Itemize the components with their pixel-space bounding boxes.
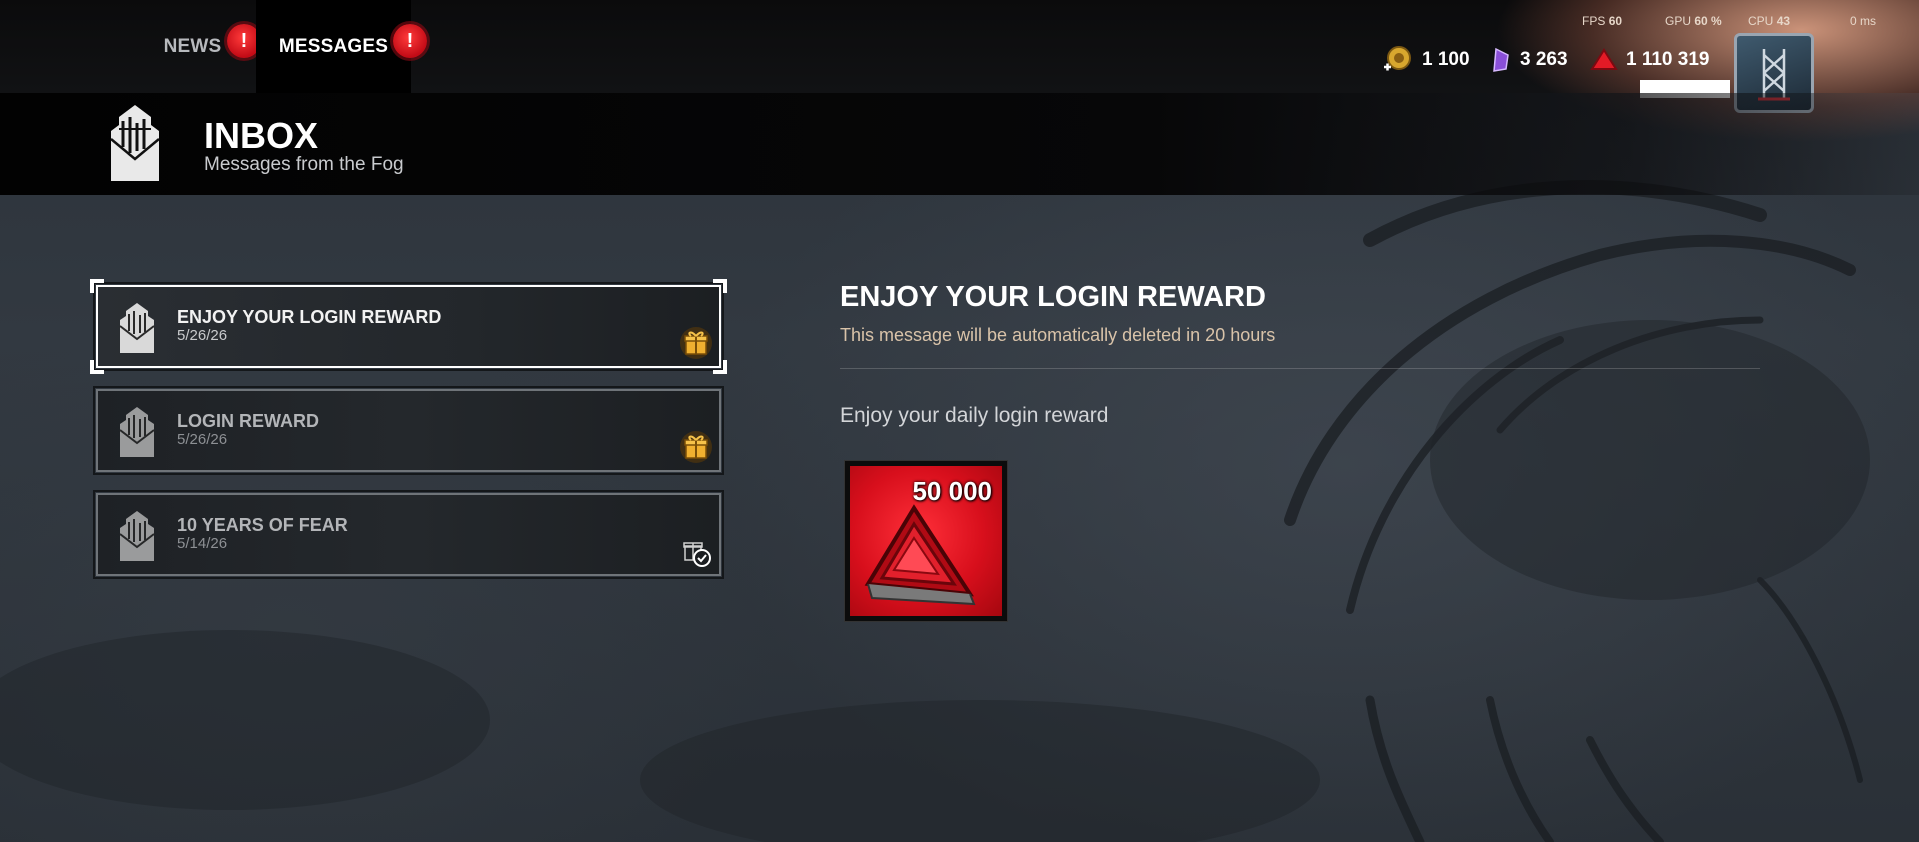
message-item-enjoy-your-login-reward[interactable]: ENJOY YOUR LOGIN REWARD 5/26/26 (90, 279, 727, 374)
auric-cells-icon (1590, 48, 1618, 70)
envelope-fog-icon (110, 105, 160, 181)
iridescent-shards-value: 3 263 (1520, 49, 1568, 70)
auric-cells-currency[interactable]: 1 110 319 (1590, 48, 1709, 72)
reward-item-auric-cells[interactable]: 50 000 (845, 461, 1007, 621)
selection-corner (713, 279, 727, 293)
message-body: Enjoy your daily login reward (840, 404, 1109, 427)
gpu-readout: GPU 60 % (1665, 14, 1722, 28)
message-date: 5/26/26 (177, 431, 228, 448)
page-subtitle: Messages from the Fog (204, 154, 404, 175)
detail-divider (840, 368, 1760, 369)
exclamation-icon: ! (240, 29, 248, 52)
selection-corner (90, 279, 104, 293)
bloodpoints-currency[interactable]: 1 100 (1380, 46, 1470, 72)
ms-readout: 0 ms (1850, 14, 1877, 28)
gift-icon (680, 431, 712, 463)
message-title: 10 YEARS OF FEAR (177, 515, 348, 535)
fps-readout: FPS 60 (1582, 14, 1623, 28)
gift-icon (680, 327, 712, 359)
message-title: LOGIN REWARD (177, 411, 319, 431)
selection-corner (713, 360, 727, 374)
selection-corner (90, 360, 104, 374)
tab-messages-label: MESSAGES (278, 35, 389, 57)
tab-messages[interactable]: MESSAGES (256, 0, 411, 93)
page-title: INBOX (204, 115, 319, 156)
tab-news-label: NEWS (163, 35, 222, 57)
envelope-fog-icon (119, 303, 155, 353)
iridescent-shards-currency[interactable]: 3 263 (1490, 47, 1568, 72)
envelope-fog-icon (119, 511, 155, 561)
reward-amount: 50 000 (912, 476, 992, 506)
exclamation-icon: ! (406, 29, 414, 52)
message-expiry-notice: This message will be automatically delet… (840, 325, 1276, 345)
auric-cells-value: 1 110 319 (1626, 49, 1710, 70)
message-date: 5/26/26 (177, 327, 228, 344)
bloodpoints-coin-icon (1384, 46, 1411, 71)
iridescent-shards-icon (1493, 47, 1509, 72)
bloodpoints-value: 1 100 (1422, 49, 1470, 70)
tab-news[interactable]: NEWS (145, 0, 240, 93)
claimed-gift-icon (683, 542, 711, 567)
message-item-10-years-of-fear[interactable]: 10 YEARS OF FEAR 5/14/26 (93, 490, 724, 579)
envelope-fog-icon (119, 407, 155, 457)
message-date: 5/14/26 (177, 535, 228, 552)
messages-alert-badge: ! (393, 24, 427, 58)
message-item-login-reward[interactable]: LOGIN REWARD 5/26/26 (93, 386, 724, 475)
message-title: ENJOY YOUR LOGIN REWARD (177, 307, 442, 327)
message-detail-title: ENJOY YOUR LOGIN REWARD (840, 281, 1266, 313)
cpu-readout: CPU 43 (1748, 14, 1791, 28)
